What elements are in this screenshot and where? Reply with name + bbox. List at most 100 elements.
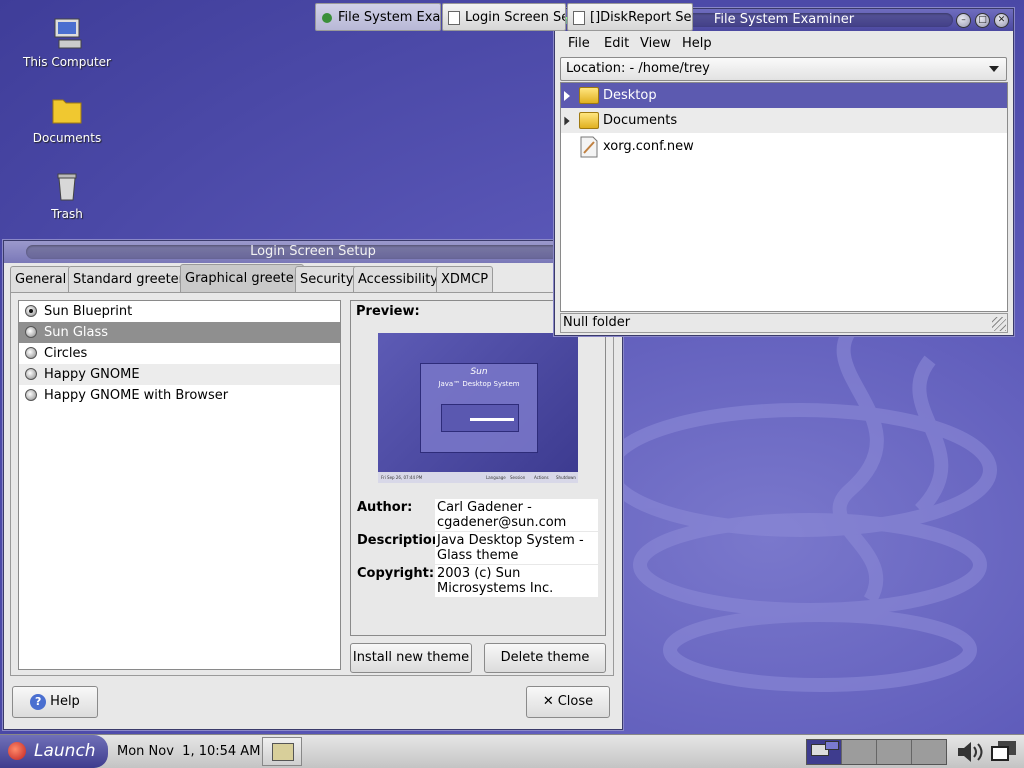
- minimize-icon[interactable]: –: [956, 13, 971, 28]
- theme-list[interactable]: Sun Blueprint Sun Glass Circles Happy GN…: [18, 300, 341, 670]
- desktop-icon-label: Documents: [32, 131, 102, 145]
- dropdown-arrow-icon: [989, 66, 999, 72]
- text-file-icon: [580, 136, 598, 158]
- menu-view[interactable]: View: [640, 36, 671, 51]
- java-cup-icon: [8, 742, 26, 760]
- button-label: Install new theme: [352, 650, 470, 665]
- preview-footer-actions: Actions: [534, 475, 549, 480]
- tree-row-label: xorg.conf.new: [603, 139, 694, 154]
- launch-label: Launch: [34, 741, 96, 761]
- computer-icon: [54, 18, 82, 49]
- menu-file[interactable]: File: [568, 36, 590, 51]
- close-button[interactable]: ✕ Close: [526, 686, 610, 718]
- show-desktop-icon: [272, 743, 294, 761]
- task-file-system-examiner[interactable]: File System Exami: [315, 3, 441, 31]
- desktop-icon-label: Trash: [51, 207, 83, 221]
- window-icon: [448, 11, 460, 25]
- preview-footer-session: Session: [510, 475, 526, 480]
- tree-row-desktop[interactable]: Desktop: [561, 83, 1007, 108]
- tree-row-xorg-conf[interactable]: xorg.conf.new: [561, 134, 1007, 159]
- button-label: Help: [50, 694, 80, 709]
- tab-xdmcp[interactable]: XDMCP: [436, 266, 494, 292]
- theme-item-circles[interactable]: Circles: [19, 343, 340, 364]
- button-label: Delete theme: [500, 650, 590, 665]
- location-dropdown[interactable]: Location: - /home/trey: [560, 57, 1007, 81]
- maximize-icon[interactable]: □: [975, 13, 990, 28]
- theme-preview-image: Sun Java™ Desktop System Fri Sep 26, 07:…: [378, 333, 578, 483]
- install-theme-button[interactable]: Install new theme: [350, 643, 472, 673]
- tab-graphical-greeter[interactable]: Graphical greeter: [180, 264, 305, 292]
- radio-icon[interactable]: [25, 326, 37, 338]
- volume-icon[interactable]: [955, 739, 985, 765]
- theme-item-happy-gnome-browser[interactable]: Happy GNOME with Browser: [19, 385, 340, 406]
- help-icon: ?: [30, 693, 47, 710]
- desktop-documents[interactable]: Documents: [12, 92, 122, 145]
- show-desktop-button[interactable]: [262, 737, 302, 766]
- trash-icon: [57, 173, 77, 201]
- tree-row-documents[interactable]: Documents: [561, 108, 1007, 133]
- expand-arrow-outline-icon: [564, 116, 570, 126]
- task-login-screen-setup[interactable]: Login Screen Se: [442, 3, 566, 31]
- description-label: Description:: [357, 533, 447, 548]
- theme-name: Sun Blueprint: [44, 304, 133, 319]
- preview-footer-time: Fri Sep 26, 07:44 PM: [381, 475, 423, 480]
- workspace-3[interactable]: [877, 740, 912, 764]
- desktop-trash[interactable]: Trash: [12, 168, 122, 221]
- theme-name: Circles: [44, 346, 88, 361]
- theme-item-sun-blueprint[interactable]: Sun Blueprint: [19, 301, 340, 322]
- theme-item-happy-gnome[interactable]: Happy GNOME: [19, 364, 340, 385]
- preview-footer-language: Language: [486, 475, 506, 480]
- resize-grip-icon[interactable]: [992, 317, 1006, 331]
- close-icon[interactable]: ✕: [994, 13, 1009, 28]
- tab-accessibility[interactable]: Accessibility: [353, 266, 443, 292]
- status-bar: Null folder: [560, 313, 1008, 333]
- tree-row-label: Documents: [603, 113, 678, 128]
- button-label: Close: [557, 694, 594, 709]
- tab-label: General: [15, 272, 67, 287]
- close-icon: ✕: [542, 694, 554, 709]
- window-icon: [573, 11, 585, 25]
- preview-footer-shutdown: Shutdown: [556, 475, 576, 480]
- theme-item-sun-glass[interactable]: Sun Glass: [19, 322, 340, 343]
- tab-standard-greeter[interactable]: Standard greeter: [68, 266, 190, 292]
- window-title: File System Examiner: [713, 12, 855, 27]
- tab-label: Security: [300, 272, 354, 287]
- window-title: Login Screen Setup: [250, 244, 376, 259]
- radio-icon[interactable]: [25, 347, 37, 359]
- desktop-this-computer[interactable]: This Computer: [12, 16, 122, 69]
- workspace-1[interactable]: [807, 740, 842, 764]
- workspace-2[interactable]: [842, 740, 877, 764]
- tab-label: XDMCP: [441, 272, 489, 287]
- theme-name: Happy GNOME: [44, 367, 140, 382]
- task-label: []DiskReport Set: [590, 10, 693, 25]
- login-setup-titlebar[interactable]: Login Screen Setup: [4, 241, 622, 263]
- tab-security[interactable]: Security: [295, 266, 359, 292]
- menu-help[interactable]: Help: [682, 36, 712, 51]
- monitor-icon[interactable]: [990, 739, 1018, 765]
- expand-arrow-icon[interactable]: [564, 91, 570, 101]
- task-diskreport-setup[interactable]: []DiskReport Set: [567, 3, 693, 31]
- status-text: Null folder: [563, 315, 631, 330]
- tab-label: Graphical greeter: [185, 271, 300, 286]
- author-label: Author:: [357, 500, 413, 515]
- description-value: Java Desktop System - Glass theme: [435, 532, 598, 564]
- preview-label: Preview:: [356, 304, 420, 319]
- workspace-switcher[interactable]: [806, 739, 947, 765]
- folder-icon: [579, 112, 599, 129]
- help-button[interactable]: ? Help: [12, 686, 98, 718]
- launch-button[interactable]: Launch: [0, 735, 108, 768]
- radio-icon[interactable]: [25, 305, 37, 317]
- location-value: Location: - /home/trey: [566, 61, 710, 76]
- panel-clock[interactable]: Mon Nov 1, 10:54 AM: [117, 744, 260, 759]
- tree-row-label: Desktop: [603, 88, 657, 103]
- delete-theme-button[interactable]: Delete theme: [484, 643, 606, 673]
- preview-heading: Java™ Desktop System: [438, 380, 520, 388]
- workspace-4[interactable]: [912, 740, 946, 764]
- menu-edit[interactable]: Edit: [604, 36, 629, 51]
- radio-icon[interactable]: [25, 389, 37, 401]
- tab-general[interactable]: General: [10, 266, 72, 292]
- folder-icon: [52, 99, 82, 124]
- radio-icon[interactable]: [25, 368, 37, 380]
- author-value: Carl Gadener - cgadener@sun.com: [435, 499, 598, 531]
- task-label: File System Exami: [338, 10, 441, 25]
